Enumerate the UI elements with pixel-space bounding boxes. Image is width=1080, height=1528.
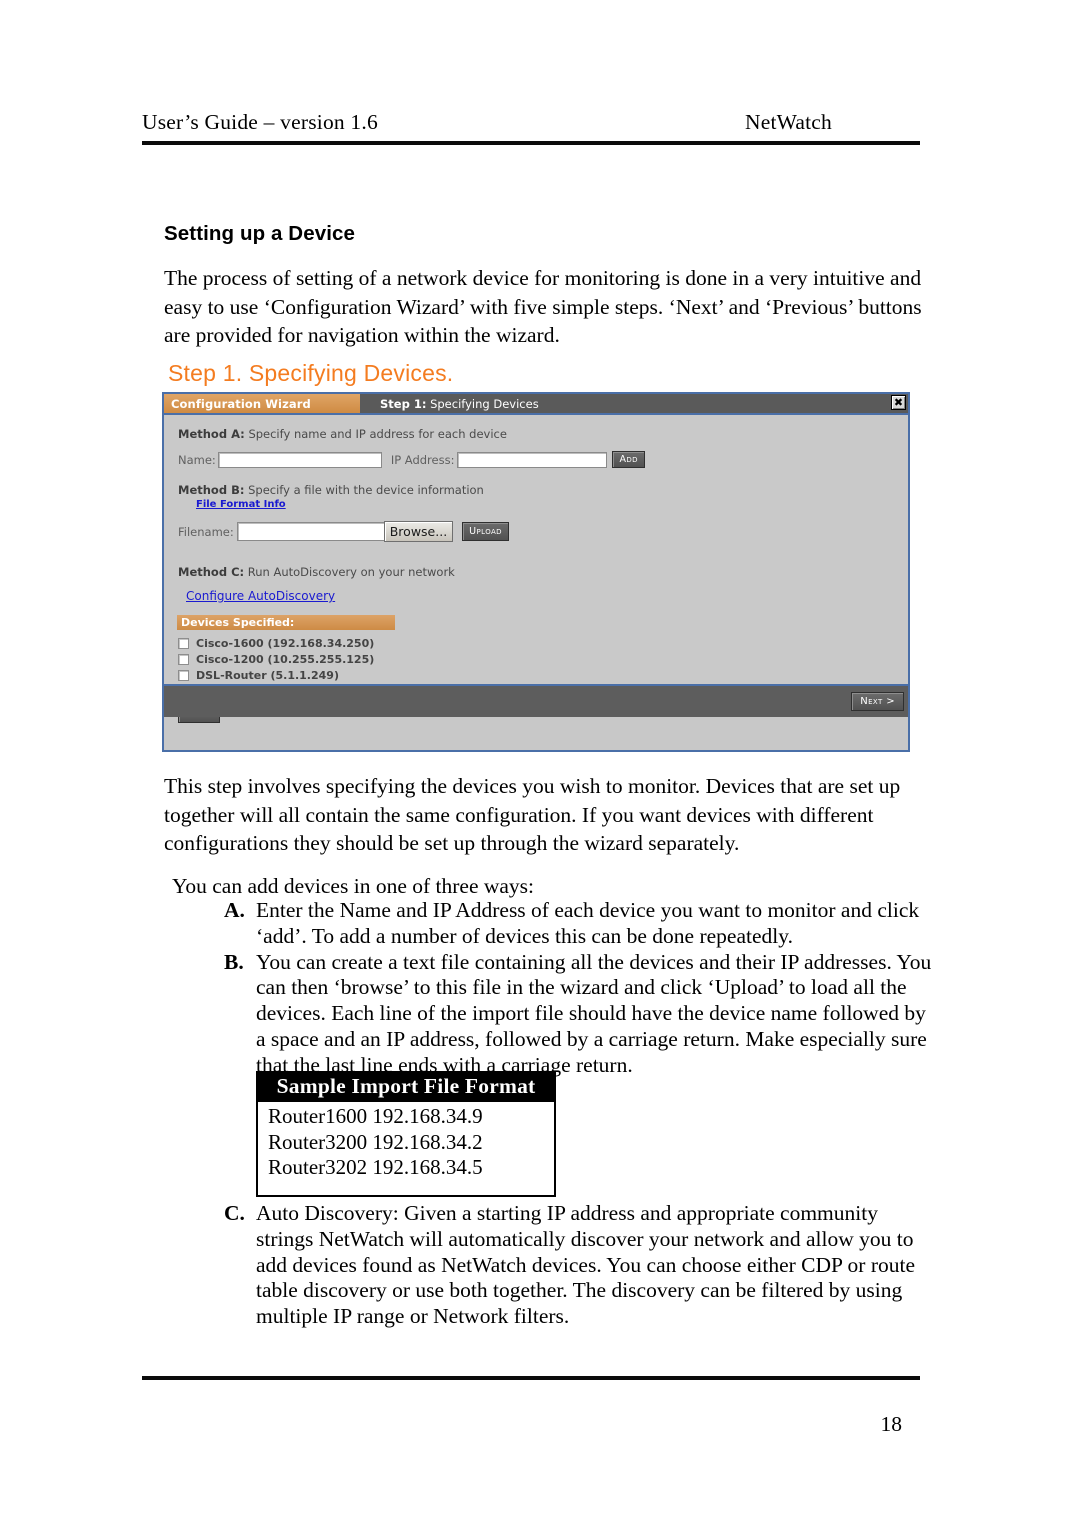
wizard-step-label: Step 1: Specifying Devices — [360, 397, 539, 411]
upload-button[interactable]: Upload — [462, 522, 509, 541]
method-b-bold: Method B: — [178, 483, 245, 497]
browse-button[interactable]: Browse... — [383, 521, 454, 542]
list-text-c: Auto Discovery: Given a starting IP addr… — [256, 1201, 916, 1329]
next-button[interactable]: Next > — [851, 692, 904, 711]
sample-line: Router3200 192.168.34.2 — [268, 1129, 483, 1154]
checkbox-icon[interactable] — [178, 669, 189, 681]
wizard-body: Method A: Specify name and IP address fo… — [164, 415, 908, 723]
method-a-text: Specify name and IP address for each dev… — [248, 427, 507, 441]
wizard-titlebar: Configuration Wizard Step 1: Specifying … — [164, 394, 908, 415]
list-item-a: A. Enter the Name and IP Address of each… — [224, 898, 934, 950]
list-item[interactable]: Cisco-1600 (192.168.34.250) — [178, 635, 438, 651]
file-format-info-link[interactable]: File Format Info — [196, 499, 286, 510]
wizard-step-prefix: Step 1: — [380, 396, 427, 411]
device-label: Cisco-1600 (192.168.34.250) — [196, 636, 375, 650]
list-item[interactable]: Cisco-1200 (10.255.255.125) — [178, 651, 438, 667]
methods-list: A. Enter the Name and IP Address of each… — [224, 898, 934, 1079]
header-rule — [142, 141, 920, 145]
method-b-input-row: Filename: Browse... Upload — [178, 521, 509, 542]
sample-line: Router3202 192.168.34.5 — [268, 1155, 483, 1179]
page-number: 18 — [880, 1412, 903, 1436]
sample-line: Router1600 192.168.34.9 — [268, 1104, 483, 1128]
method-a-bold: Method A: — [178, 427, 245, 441]
page-title: Setting up a Device — [164, 222, 356, 245]
method-c-bold: Method C: — [178, 565, 245, 579]
footer-rule — [142, 1376, 920, 1380]
close-x-icon[interactable]: ✖ — [891, 395, 906, 410]
method-b-text: Specify a file with the device informati… — [248, 483, 484, 497]
ip-address-label: IP Address: — [390, 452, 455, 467]
device-label: Cisco-1200 (10.255.255.125) — [196, 652, 375, 666]
sample-box-title: Sample Import File Format — [258, 1073, 554, 1102]
document-page: User’s Guide – version 1.6 NetWatch Sett… — [0, 0, 1080, 1528]
list-marker-b: B. — [224, 949, 244, 974]
add-button[interactable]: Add — [612, 451, 645, 468]
checkbox-icon[interactable] — [178, 637, 189, 649]
devices-list: Cisco-1600 (192.168.34.250) Cisco-1200 (… — [178, 635, 438, 683]
sample-box-lines: Router1600 192.168.34.9 Router3200 192.1… — [258, 1102, 554, 1181]
wizard-step-title: Specifying Devices — [430, 396, 539, 411]
wizard-footer: Next > — [164, 684, 908, 717]
wizard-tab-configuration-wizard[interactable]: Configuration Wizard — [164, 394, 360, 413]
name-input[interactable] — [217, 451, 382, 468]
step-heading: Step 1. Specifying Devices. — [168, 360, 454, 386]
filename-input[interactable] — [236, 522, 385, 541]
ip-address-input[interactable] — [457, 451, 608, 468]
checkbox-icon[interactable] — [178, 653, 189, 665]
list-marker-c: C. — [224, 1201, 245, 1225]
configure-autodiscovery-link[interactable]: Configure AutoDiscovery — [186, 589, 335, 603]
intro-paragraph: The process of setting of a network devi… — [164, 266, 922, 347]
devices-specified-header: Devices Specified: — [177, 615, 395, 630]
list-item[interactable]: DSL-Router (5.1.1.249) — [178, 667, 438, 683]
running-header: User’s Guide – version 1.6 NetWatch — [142, 110, 920, 135]
header-right-text: NetWatch — [744, 110, 832, 134]
name-label: Name: — [178, 452, 216, 467]
method-c-text: Run AutoDiscovery on your network — [247, 565, 455, 579]
body-paragraph: This step involves specifying the device… — [164, 774, 901, 855]
list-text-a: Enter the Name and IP Address of each de… — [256, 898, 920, 948]
list-item-b: B. You can create a text file containing… — [224, 950, 934, 1079]
method-a-input-row: Name: IP Address: Add — [178, 451, 645, 468]
configuration-wizard-screenshot: Configuration Wizard Step 1: Specifying … — [162, 392, 910, 752]
three-ways-line: You can add devices in one of three ways… — [172, 874, 535, 898]
method-c-description: Method C: Run AutoDiscovery on your netw… — [178, 565, 455, 579]
list-text-b: You can create a text file containing al… — [256, 949, 932, 1077]
list-marker-a: A. — [224, 898, 245, 922]
sample-import-file-format-box: Sample Import File Format Router1600 192… — [256, 1071, 556, 1197]
method-a-description: Method A: Specify name and IP address fo… — [178, 427, 507, 441]
header-left-text: User’s Guide – version 1.6 — [142, 110, 378, 134]
filename-label: Filename: — [178, 524, 234, 539]
list-item-c: C. Auto Discovery: Given a starting IP a… — [224, 1201, 936, 1330]
device-label: DSL-Router (5.1.1.249) — [196, 668, 339, 682]
method-b-description: Method B: Specify a file with the device… — [178, 483, 484, 497]
